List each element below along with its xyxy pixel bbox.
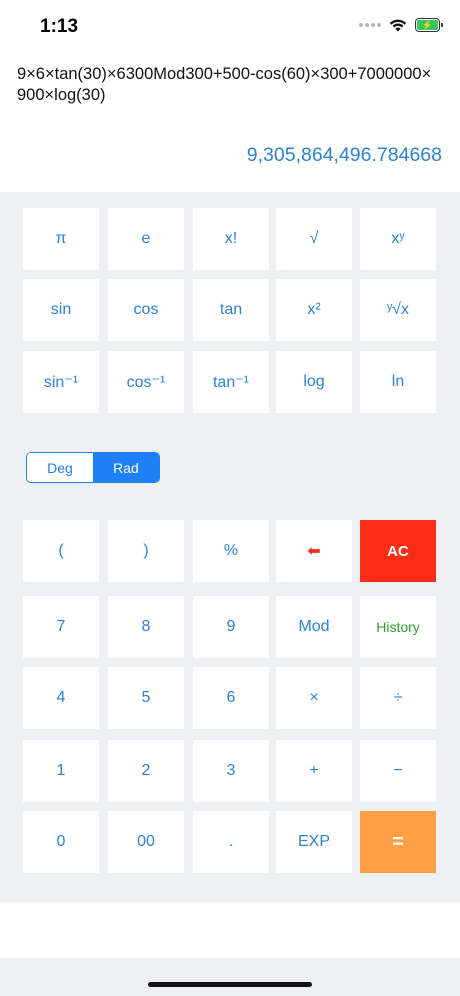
minus-key-label: − (393, 762, 403, 779)
e-key[interactable]: e (108, 208, 184, 270)
sqrt-key[interactable]: √ (276, 208, 352, 270)
eight-key-label: 8 (141, 618, 151, 635)
four-key[interactable]: 4 (23, 667, 99, 729)
one-key[interactable]: 1 (23, 740, 99, 802)
six-key-label: 6 (226, 689, 236, 706)
asin-key[interactable]: sin⁻¹ (23, 351, 99, 413)
result-text: 9,305,864,496.784668 (246, 144, 442, 166)
percent-key-label: % (223, 542, 239, 559)
square-key[interactable]: x² (276, 279, 352, 341)
bottom-band (0, 902, 460, 958)
tan-key-label: tan (219, 301, 243, 318)
wifi-icon (389, 19, 407, 32)
power-key-label: xʸ (391, 230, 405, 247)
multiply-key[interactable]: × (276, 667, 352, 729)
angle-mode-toggle: Deg Rad (26, 452, 160, 483)
log-key[interactable]: log (276, 351, 352, 413)
status-bar: 1:13 ⚡ (0, 0, 460, 54)
factorial-key[interactable]: x! (193, 208, 269, 270)
factorial-key-label: x! (224, 230, 238, 247)
cos-key[interactable]: cos (108, 279, 184, 341)
yroot-key[interactable]: ʸ√x (360, 279, 436, 341)
five-key[interactable]: 5 (108, 667, 184, 729)
log-key-label: log (303, 373, 325, 390)
three-key-label: 3 (226, 762, 236, 779)
battery-icon: ⚡ (415, 18, 443, 32)
deg-option[interactable]: Deg (27, 453, 93, 482)
yroot-key-label: ʸ√x (387, 301, 409, 318)
cellular-signal-icon (359, 23, 381, 27)
e-key-label: e (141, 230, 151, 247)
asin-key-label: sin⁻¹ (43, 374, 79, 391)
cos-key-label: cos (133, 301, 159, 318)
double-zero-key[interactable]: 00 (108, 811, 184, 873)
nine-key[interactable]: 9 (193, 596, 269, 658)
expression-text: 9×6×tan(30)×6300Mod300+500-cos(60)×300+7… (17, 65, 432, 104)
status-time: 1:13 (40, 16, 79, 37)
pi-key[interactable]: π (23, 208, 99, 270)
double-zero-key-label: 00 (137, 833, 155, 850)
open-paren-key[interactable]: ( (23, 520, 99, 582)
five-key-label: 5 (141, 689, 151, 706)
three-key[interactable]: 3 (193, 740, 269, 802)
four-key-label: 4 (56, 689, 66, 706)
calculator-display: 9×6×tan(30)×6300Mod300+500-cos(60)×300+7… (0, 54, 460, 192)
power-key[interactable]: xʸ (360, 208, 436, 270)
nine-key-label: 9 (226, 618, 236, 635)
open-paren-key-label: ( (58, 542, 64, 559)
zero-key[interactable]: 0 (23, 811, 99, 873)
ln-key[interactable]: ln (360, 351, 436, 413)
two-key-label: 2 (141, 762, 151, 779)
acos-key-label: cos⁻¹ (126, 374, 166, 391)
rad-option[interactable]: Rad (93, 453, 159, 482)
multiply-key-label: × (309, 689, 319, 706)
minus-key[interactable]: − (360, 740, 436, 802)
decimal-key-label: . (228, 833, 234, 850)
zero-key-label: 0 (56, 833, 66, 850)
mod-key-label: Mod (298, 618, 330, 635)
ac-key[interactable]: AC (360, 520, 436, 582)
sin-key[interactable]: sin (23, 279, 99, 341)
seven-key-label: 7 (56, 618, 66, 635)
history-key[interactable]: History (360, 596, 436, 658)
atan-key-label: tan⁻¹ (212, 374, 249, 391)
seven-key[interactable]: 7 (23, 596, 99, 658)
home-indicator (148, 982, 312, 987)
close-paren-key-label: ) (143, 542, 149, 559)
decimal-key[interactable]: . (193, 811, 269, 873)
divide-key-label: ÷ (393, 689, 403, 706)
exp-key[interactable]: EXP (276, 811, 352, 873)
sin-key-label: sin (50, 301, 72, 318)
close-paren-key[interactable]: ) (108, 520, 184, 582)
percent-key[interactable]: % (193, 520, 269, 582)
one-key-label: 1 (56, 762, 66, 779)
eight-key[interactable]: 8 (108, 596, 184, 658)
equals-key[interactable]: = (360, 811, 436, 873)
status-icons: ⚡ (359, 18, 443, 32)
home-bar-area (0, 958, 460, 996)
square-key-label: x² (307, 301, 321, 318)
backspace-arrow-icon: ⬅ (307, 543, 321, 560)
divide-key[interactable]: ÷ (360, 667, 436, 729)
sqrt-key-label: √ (309, 230, 319, 247)
backspace-key[interactable]: ⬅ (276, 520, 352, 582)
ac-key-label: AC (387, 542, 409, 560)
tan-key[interactable]: tan (193, 279, 269, 341)
six-key[interactable]: 6 (193, 667, 269, 729)
atan-key[interactable]: tan⁻¹ (193, 351, 269, 413)
acos-key[interactable]: cos⁻¹ (108, 351, 184, 413)
history-key-label: History (376, 619, 420, 635)
two-key[interactable]: 2 (108, 740, 184, 802)
plus-key-label: + (309, 762, 319, 779)
equals-key-label: = (392, 830, 404, 853)
pi-key-label: π (55, 230, 67, 247)
keypad: π e x! √ xʸ sin cos tan x² ʸ√x sin⁻¹ cos⁻¹ tan⁻¹ log l… (0, 192, 460, 902)
exp-key-label: EXP (297, 833, 330, 850)
mod-key[interactable]: Mod (276, 596, 352, 658)
plus-key[interactable]: + (276, 740, 352, 802)
ln-key-label: ln (391, 373, 405, 390)
